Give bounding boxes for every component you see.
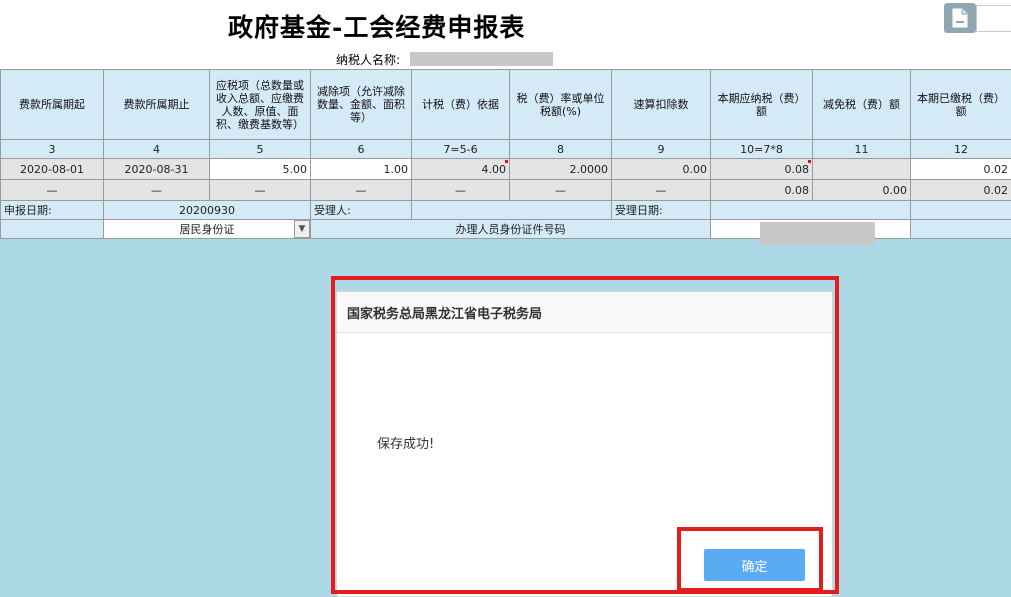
taxpayer-name-value-redacted xyxy=(410,52,553,66)
column-header: 费款所属期起 xyxy=(0,69,104,140)
column-header: 应税项（总数量或收入总额、应缴费人数、原值、面积、缴费基数等） xyxy=(209,69,311,140)
taxable-amount-input[interactable]: 5.00 xyxy=(209,158,311,180)
tax-basis-cell: 4.00 xyxy=(411,158,510,180)
period-end-cell: 2020-08-31 xyxy=(103,158,210,180)
id-type-value: 居民身份证 xyxy=(179,223,235,236)
id-type-select-box[interactable]: 居民身份证 ▼ xyxy=(105,220,310,238)
column-header: 速算扣除数 xyxy=(611,69,711,140)
column-number: 12 xyxy=(910,139,1011,159)
total-cell: 0.02 xyxy=(910,179,1011,201)
total-cell: — xyxy=(509,179,612,201)
period-start-cell: 2020-08-01 xyxy=(0,158,104,180)
acceptor-label: 受理人: xyxy=(310,200,412,220)
column-header: 费款所属期止 xyxy=(103,69,210,140)
ok-button-highlight-box xyxy=(677,527,823,592)
total-cell: 0.08 xyxy=(710,179,813,201)
total-cell: — xyxy=(611,179,711,201)
tax-rate-cell: 2.0000 xyxy=(509,158,612,180)
table-row: 2020-08-01 2020-08-31 5.00 1.00 4.00 2.0… xyxy=(0,158,1011,180)
column-number: 9 xyxy=(611,139,711,159)
document-icon[interactable] xyxy=(944,3,976,33)
total-cell: — xyxy=(209,179,311,201)
exemption-cell xyxy=(812,158,911,180)
total-cell: — xyxy=(103,179,210,201)
declare-date-value: 20200930 xyxy=(103,200,311,220)
deduction-input[interactable]: 1.00 xyxy=(310,158,412,180)
column-header: 税（费）率或单位税额(%) xyxy=(509,69,612,140)
quick-deduction-cell: 0.00 xyxy=(611,158,711,180)
top-right-field[interactable] xyxy=(976,5,1011,32)
column-header: 减除项（允许减除数量、金额、面积等） xyxy=(310,69,412,140)
chevron-down-icon[interactable]: ▼ xyxy=(294,220,310,238)
declaration-info-row: 申报日期: 20200930 受理人: 受理日期: xyxy=(0,200,1011,220)
page-title: 政府基金-工会经费申报表 xyxy=(228,13,526,42)
acceptor-value xyxy=(411,200,612,220)
column-number-row: 3 4 5 6 7=5-6 8 9 10=7*8 11 12 xyxy=(0,139,1011,159)
declare-date-label: 申报日期: xyxy=(0,200,104,220)
column-header: 本期应纳税（费）额 xyxy=(710,69,813,140)
accept-date-value xyxy=(710,200,911,220)
handler-id-redacted xyxy=(760,222,875,245)
column-number: 8 xyxy=(509,139,612,159)
total-cell: — xyxy=(411,179,510,201)
column-header: 本期已缴税（费）额 xyxy=(910,69,1011,140)
total-cell: — xyxy=(310,179,412,201)
header-row: 费款所属期起 费款所属期止 应税项（总数量或收入总额、应缴费人数、原值、面积、缴… xyxy=(0,69,1011,140)
column-number: 6 xyxy=(310,139,412,159)
total-cell: — xyxy=(0,179,104,201)
column-number: 3 xyxy=(0,139,104,159)
id-type-select[interactable]: 居民身份证 ▼ xyxy=(103,219,311,239)
column-number: 11 xyxy=(812,139,911,159)
paid-amount-input[interactable]: 0.02 xyxy=(910,158,1011,180)
empty-cell xyxy=(0,219,104,239)
column-number: 4 xyxy=(103,139,210,159)
table-row: — — — — — — — 0.08 0.00 0.02 xyxy=(0,179,1011,201)
handler-id-label: 办理人员身份证件号码 xyxy=(310,219,711,239)
column-header: 减免税（费）额 xyxy=(812,69,911,140)
column-number: 5 xyxy=(209,139,311,159)
column-header: 计税（费）依据 xyxy=(411,69,510,140)
column-number: 7=5-6 xyxy=(411,139,510,159)
empty-cell xyxy=(910,219,1011,239)
taxpayer-name-label: 纳税人名称: xyxy=(336,53,401,67)
column-number: 10=7*8 xyxy=(710,139,813,159)
payable-amount-cell: 0.08 xyxy=(710,158,813,180)
accept-date-label: 受理日期: xyxy=(611,200,711,220)
total-cell: 0.00 xyxy=(812,179,911,201)
empty-cell xyxy=(910,200,1011,220)
declaration-table: 费款所属期起 费款所属期止 应税项（总数量或收入总额、应缴费人数、原值、面积、缴… xyxy=(0,69,1011,239)
